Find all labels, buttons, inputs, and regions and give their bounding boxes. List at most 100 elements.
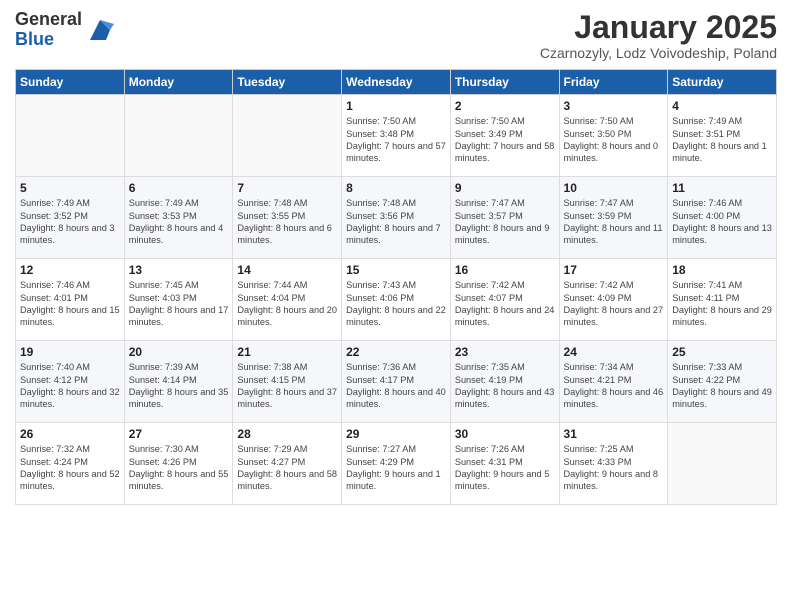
calendar-header-row: Sunday Monday Tuesday Wednesday Thursday… [16,70,777,95]
page: General Blue January 2025 Czarnozyly, Lo… [0,0,792,612]
table-row: 10Sunrise: 7:47 AM Sunset: 3:59 PM Dayli… [559,177,668,259]
table-row: 23 Sunrise: 7:35 AM Sunset: 4:19 PM Dayli… [450,341,559,423]
table-row [124,95,233,177]
table-row: 11Sunrise: 7:46 AM Sunset: 4:00 PM Dayli… [668,177,777,259]
day-number: 5 [20,181,120,195]
day-number: 2 [455,99,555,113]
col-monday: Monday [124,70,233,95]
calendar-week-row: 1Sunrise: 7:50 AM Sunset: 3:48 PM Daylig… [16,95,777,177]
day-content: Sunrise: 7:29 AM Sunset: 4:27 PM Dayligh… [237,443,337,493]
table-row: 9Sunrise: 7:47 AM Sunset: 3:57 PM Daylig… [450,177,559,259]
day-content: Sunrise: 7:50 AM Sunset: 3:49 PM Dayligh… [455,115,555,165]
table-row [233,95,342,177]
day-number: 29 [346,427,446,441]
table-row: 22 Sunrise: 7:36 AM Sunset: 4:17 PM Dayli… [342,341,451,423]
day-number: 12 [20,263,120,277]
day-number: 9 [455,181,555,195]
day-number: 8 [346,181,446,195]
calendar-table: Sunday Monday Tuesday Wednesday Thursday… [15,69,777,505]
day-content: Sunrise: 7:39 AM Sunset: 4:14 PM Dayligh… [129,361,229,411]
day-content: Sunrise: 7:48 AM Sunset: 3:56 PM Dayligh… [346,197,446,247]
day-content: Sunrise: 7:35 AM Sunset: 4:19 PM Dayligh… [455,361,555,411]
day-content: Sunrise: 7:32 AM Sunset: 4:24 PM Dayligh… [20,443,120,493]
day-content: Sunrise: 7:45 AM Sunset: 4:03 PM Dayligh… [129,279,229,329]
day-number: 28 [237,427,337,441]
day-number: 30 [455,427,555,441]
logo-icon [86,16,114,44]
table-row: 6Sunrise: 7:49 AM Sunset: 3:53 PM Daylig… [124,177,233,259]
day-number: 18 [672,263,772,277]
day-content: Sunrise: 7:50 AM Sunset: 3:50 PM Dayligh… [564,115,664,165]
table-row: 29 Sunrise: 7:27 AM Sunset: 4:29 PM Dayli… [342,423,451,505]
day-content: Sunrise: 7:42 AM Sunset: 4:07 PM Dayligh… [455,279,555,329]
table-row: 24Sunrise: 7:34 AM Sunset: 4:21 PM Dayli… [559,341,668,423]
day-content: Sunrise: 7:27 AM Sunset: 4:29 PM Dayligh… [346,443,446,493]
day-number: 13 [129,263,229,277]
day-number: 23 [455,345,555,359]
table-row: 12 Sunrise: 7:46 AM Sunset: 4:01 PM Dayli… [16,259,125,341]
day-number: 27 [129,427,229,441]
table-row: 7Sunrise: 7:48 AM Sunset: 3:55 PM Daylig… [233,177,342,259]
day-number: 3 [564,99,664,113]
day-content: Sunrise: 7:30 AM Sunset: 4:26 PM Dayligh… [129,443,229,493]
table-row: 13 Sunrise: 7:45 AM Sunset: 4:03 PM Dayli… [124,259,233,341]
calendar-week-row: 19 Sunrise: 7:40 AM Sunset: 4:12 PM Dayli… [16,341,777,423]
day-number: 15 [346,263,446,277]
col-sunday: Sunday [16,70,125,95]
day-number: 20 [129,345,229,359]
day-content: Sunrise: 7:36 AM Sunset: 4:17 PM Dayligh… [346,361,446,411]
day-content: Sunrise: 7:25 AM Sunset: 4:33 PM Dayligh… [564,443,664,493]
col-tuesday: Tuesday [233,70,342,95]
table-row [16,95,125,177]
header: General Blue January 2025 Czarnozyly, Lo… [15,10,777,61]
table-row: 27 Sunrise: 7:30 AM Sunset: 4:26 PM Dayli… [124,423,233,505]
table-row: 1Sunrise: 7:50 AM Sunset: 3:48 PM Daylig… [342,95,451,177]
day-content: Sunrise: 7:43 AM Sunset: 4:06 PM Dayligh… [346,279,446,329]
day-content: Sunrise: 7:40 AM Sunset: 4:12 PM Dayligh… [20,361,120,411]
table-row: 26 Sunrise: 7:32 AM Sunset: 4:24 PM Dayli… [16,423,125,505]
day-content: Sunrise: 7:49 AM Sunset: 3:51 PM Dayligh… [672,115,772,165]
table-row: 18Sunrise: 7:41 AM Sunset: 4:11 PM Dayli… [668,259,777,341]
col-friday: Friday [559,70,668,95]
table-row: 4 Sunrise: 7:49 AM Sunset: 3:51 PM Daylig… [668,95,777,177]
day-number: 7 [237,181,337,195]
day-number: 11 [672,181,772,195]
table-row: 31 Sunrise: 7:25 AM Sunset: 4:33 PM Dayli… [559,423,668,505]
col-wednesday: Wednesday [342,70,451,95]
day-number: 19 [20,345,120,359]
month-title: January 2025 [540,10,777,45]
table-row: 15 Sunrise: 7:43 AM Sunset: 4:06 PM Dayli… [342,259,451,341]
day-content: Sunrise: 7:33 AM Sunset: 4:22 PM Dayligh… [672,361,772,411]
table-row: 30 Sunrise: 7:26 AM Sunset: 4:31 PM Dayli… [450,423,559,505]
table-row: 16Sunrise: 7:42 AM Sunset: 4:07 PM Dayli… [450,259,559,341]
day-number: 31 [564,427,664,441]
day-number: 4 [672,99,772,113]
table-row: 17Sunrise: 7:42 AM Sunset: 4:09 PM Dayli… [559,259,668,341]
table-row: 20 Sunrise: 7:39 AM Sunset: 4:14 PM Dayli… [124,341,233,423]
title-block: January 2025 Czarnozyly, Lodz Voivodeshi… [540,10,777,61]
day-number: 26 [20,427,120,441]
day-number: 1 [346,99,446,113]
col-thursday: Thursday [450,70,559,95]
table-row: 28 Sunrise: 7:29 AM Sunset: 4:27 PM Dayli… [233,423,342,505]
logo-text: General Blue [15,10,82,50]
day-content: Sunrise: 7:26 AM Sunset: 4:31 PM Dayligh… [455,443,555,493]
day-number: 22 [346,345,446,359]
col-saturday: Saturday [668,70,777,95]
table-row: 19 Sunrise: 7:40 AM Sunset: 4:12 PM Dayli… [16,341,125,423]
day-content: Sunrise: 7:49 AM Sunset: 3:52 PM Dayligh… [20,197,120,247]
day-number: 14 [237,263,337,277]
day-content: Sunrise: 7:47 AM Sunset: 3:59 PM Dayligh… [564,197,664,247]
table-row: 21Sunrise: 7:38 AM Sunset: 4:15 PM Dayli… [233,341,342,423]
table-row: 8 Sunrise: 7:48 AM Sunset: 3:56 PM Daylig… [342,177,451,259]
logo: General Blue [15,10,114,50]
day-content: Sunrise: 7:42 AM Sunset: 4:09 PM Dayligh… [564,279,664,329]
day-content: Sunrise: 7:46 AM Sunset: 4:01 PM Dayligh… [20,279,120,329]
day-content: Sunrise: 7:38 AM Sunset: 4:15 PM Dayligh… [237,361,337,411]
table-row: 14 Sunrise: 7:44 AM Sunset: 4:04 PM Dayli… [233,259,342,341]
table-row: 3 Sunrise: 7:50 AM Sunset: 3:50 PM Daylig… [559,95,668,177]
subtitle: Czarnozyly, Lodz Voivodeship, Poland [540,45,777,61]
calendar-week-row: 26 Sunrise: 7:32 AM Sunset: 4:24 PM Dayli… [16,423,777,505]
day-content: Sunrise: 7:34 AM Sunset: 4:21 PM Dayligh… [564,361,664,411]
day-content: Sunrise: 7:44 AM Sunset: 4:04 PM Dayligh… [237,279,337,329]
